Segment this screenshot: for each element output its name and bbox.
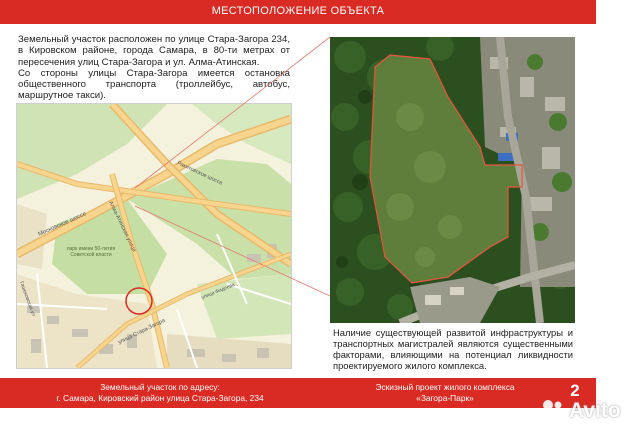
- watermark-text: Avito: [569, 399, 621, 422]
- header-band: МЕСТОПОЛОЖЕНИЕ ОБЪЕКТА: [0, 0, 596, 24]
- page-title: МЕСТОПОЛОЖЕНИЕ ОБЪЕКТА: [211, 5, 385, 17]
- description-paragraph-1: Земельный участок расположен по улице Ст…: [18, 34, 290, 68]
- street-map: Московское шоссе Ракитовское шоссе Алма-…: [16, 103, 292, 369]
- footer-project: Эскизный проект жилого комплекса «Загора…: [340, 382, 550, 403]
- footer-address-line1: Земельный участок по адресу:: [100, 382, 220, 392]
- description-paragraph-2: Со стороны улицы Стара-Загора имеется ос…: [18, 67, 290, 102]
- footer-project-line2: «Загора-Парк»: [416, 392, 474, 403]
- location-description: Земельный участок расположен по улице Ст…: [18, 34, 290, 102]
- avito-logo-icon: [543, 400, 563, 420]
- footer-project-line1: Эскизный проект жилого комплекса: [375, 382, 515, 392]
- infrastructure-caption: Наличие существующей развитой инфраструк…: [333, 327, 573, 371]
- satellite-graphic: [330, 37, 575, 323]
- footer-band: Земельный участок по адресу: г. Самара, …: [0, 378, 596, 408]
- footer-address-line2: г. Самара, Кировский район улица Стара-З…: [56, 392, 264, 403]
- satellite-image: [330, 37, 575, 323]
- footer-address: Земельный участок по адресу: г. Самара, …: [40, 382, 280, 403]
- map-label-park: парк имени 50-летия Советской власти: [66, 246, 116, 258]
- street-map-graphic: Московское шоссе Ракитовское шоссе Алма-…: [17, 104, 291, 368]
- header-spacer: [604, 0, 640, 24]
